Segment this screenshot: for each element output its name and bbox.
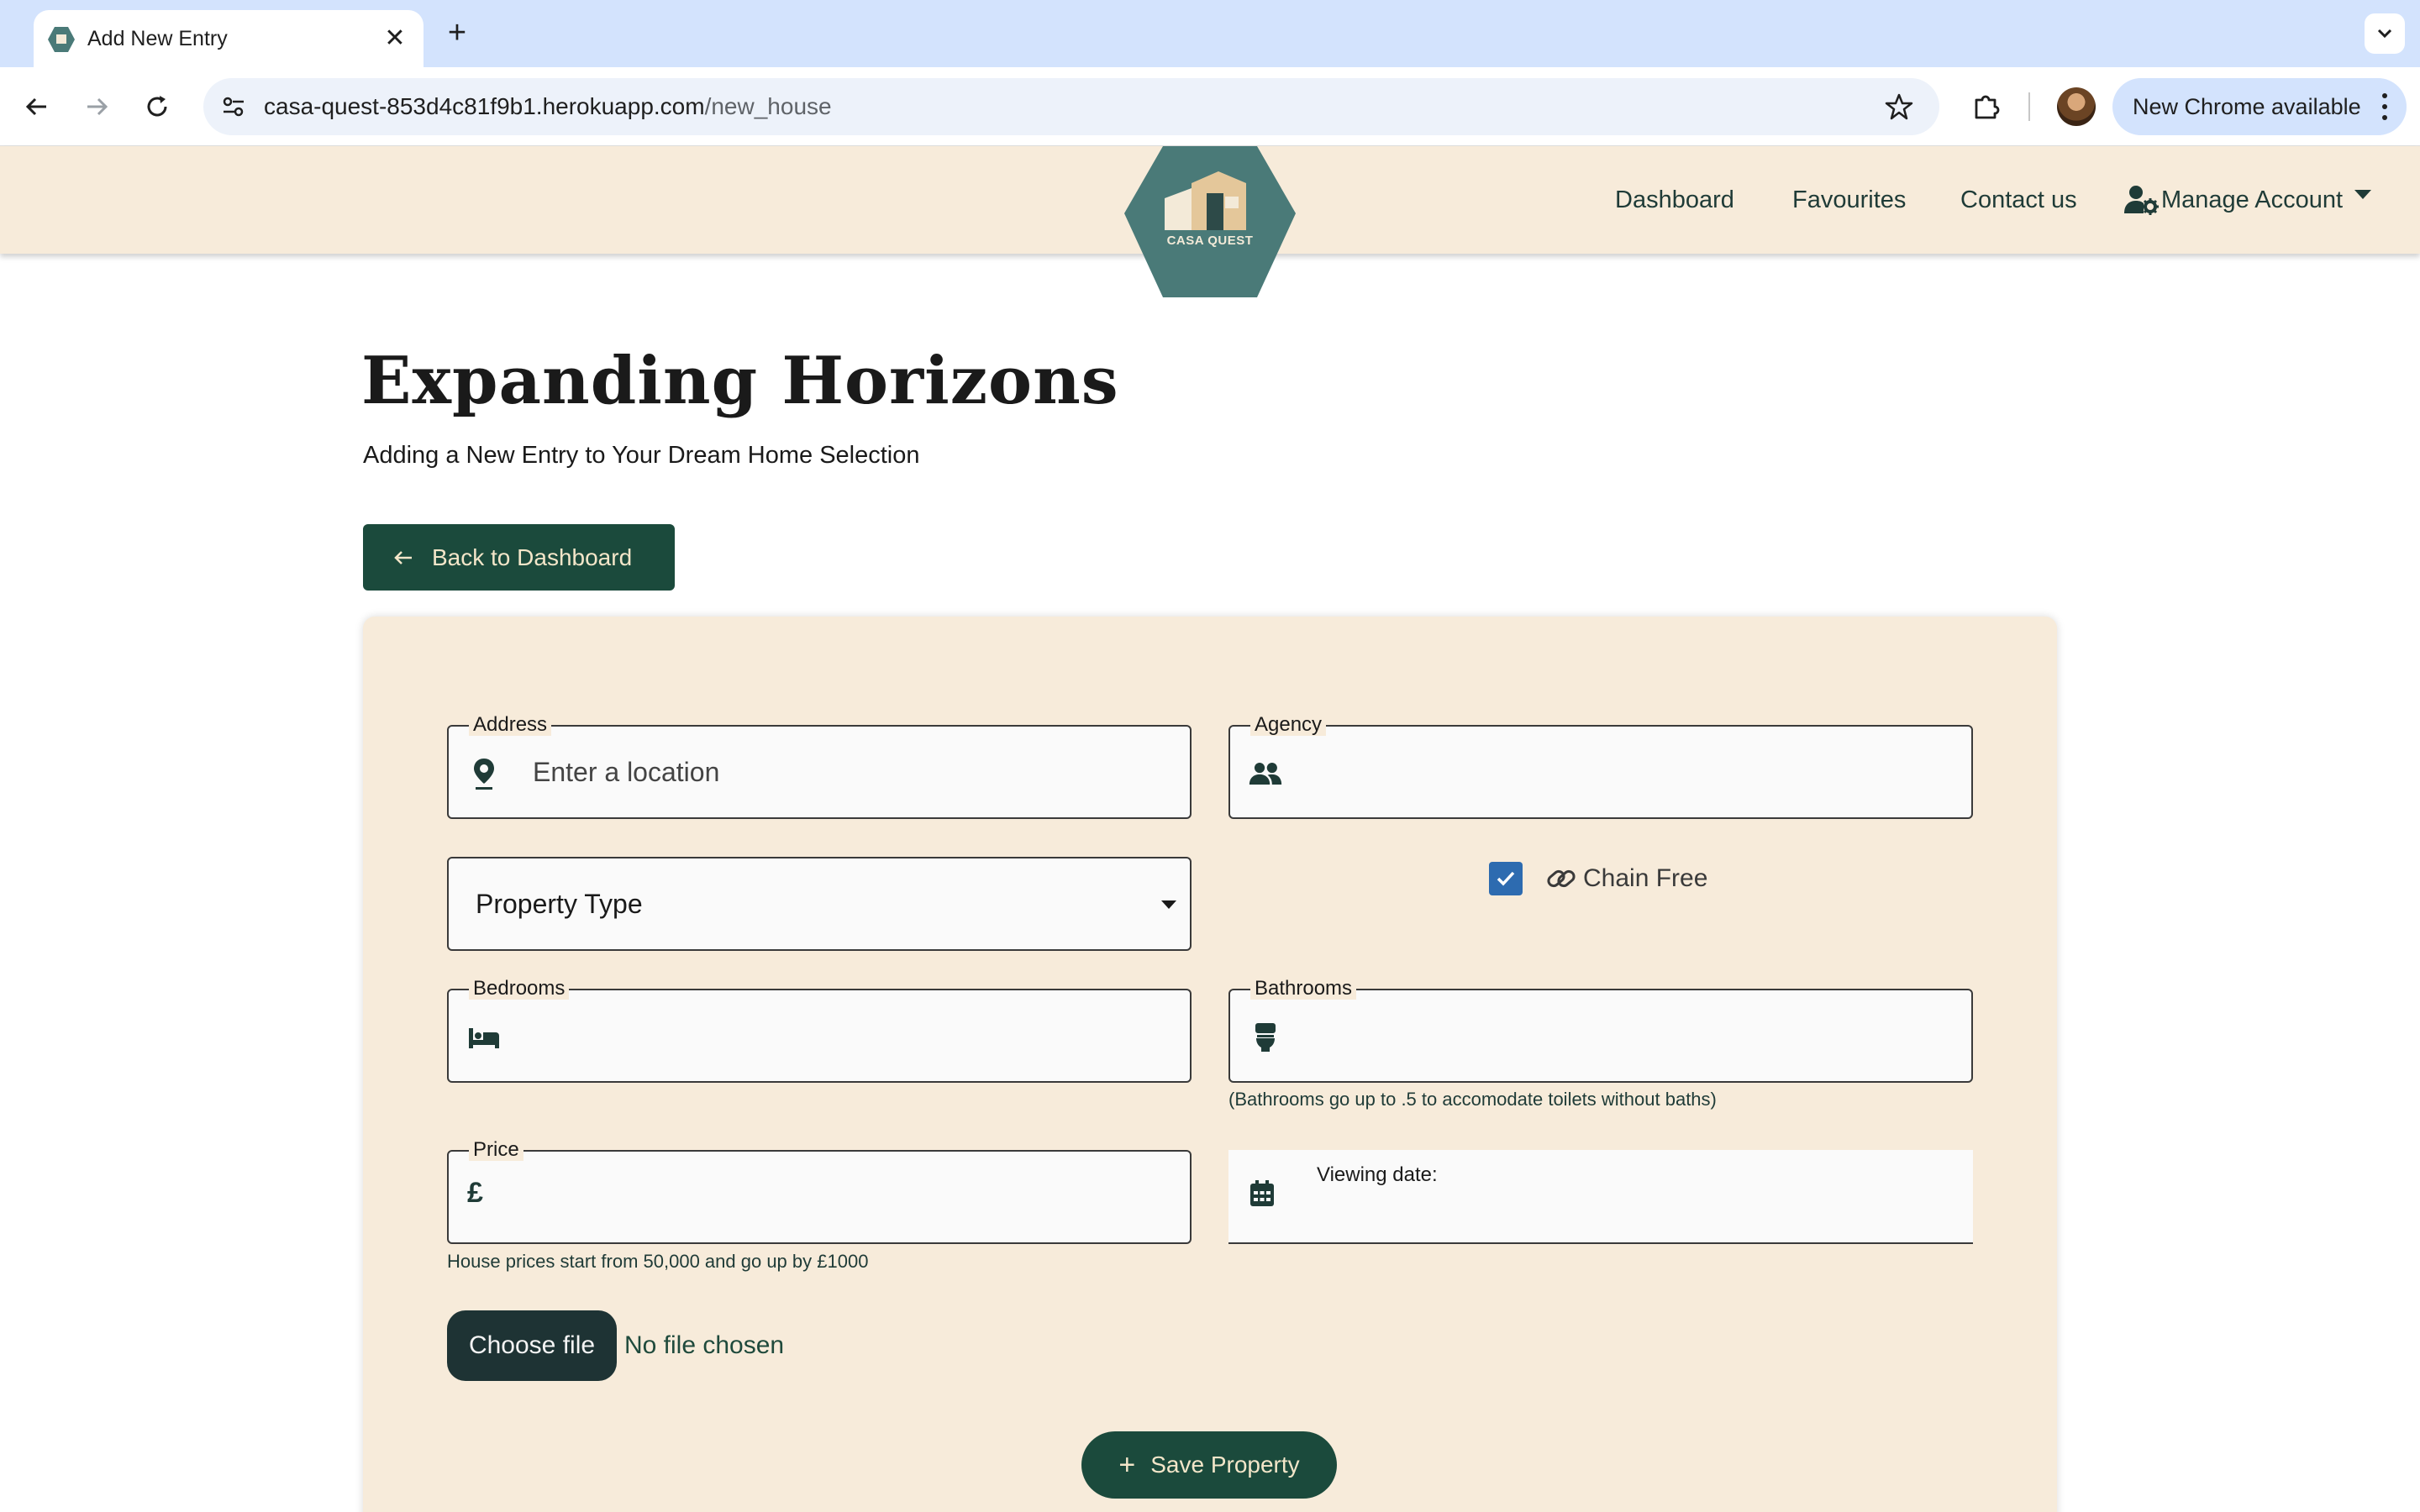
bathrooms-hint: (Bathrooms go up to .5 to accomodate toi… [1228,1089,1717,1110]
bookmark-star-icon[interactable] [1882,90,1916,123]
chain-free-checkbox-group[interactable]: Chain Free [1489,857,1707,900]
toolbar-divider [2028,92,2030,121]
plus-icon: + [1118,1449,1136,1481]
puzzle-icon [1975,95,2000,119]
tab-title: Add New Entry [87,27,228,50]
address-bar[interactable]: casa-quest-853d4c81f9b1.herokuapp.com/ne… [203,78,1939,135]
user-gear-icon [2124,186,2159,215]
nav-contact-link[interactable]: Contact us [1960,146,2077,254]
viewing-date-label: Viewing date: [1317,1163,1438,1186]
logo-wordmark: CASA QUEST [1166,234,1254,248]
property-type-value: Property Type [476,889,643,919]
people-icon [1249,757,1282,790]
price-label: Price [469,1139,523,1161]
site-favicon-icon [48,27,75,52]
bathrooms-field: Bathrooms [1228,978,1973,1083]
arrow-right-icon [87,97,108,116]
forward-nav-button[interactable] [76,87,117,127]
arrow-left-icon [25,97,46,116]
pound-sign-icon: £ [467,1177,483,1209]
address-field: Address [447,714,1192,819]
profile-avatar[interactable] [2057,87,2096,126]
tab-close-icon[interactable]: ✕ [380,24,410,54]
price-field: Price £ [447,1139,1192,1244]
property-type-select[interactable]: Property Type [447,857,1192,951]
casa-quest-logo[interactable]: CASA QUEST [1124,146,1296,297]
site-settings-icon[interactable] [217,90,250,123]
reload-button[interactable] [137,87,177,127]
caret-down-icon [2354,189,2372,199]
address-input[interactable] [533,727,1171,817]
url-path: /new_house [704,93,832,119]
bedrooms-field: Bedrooms [447,978,1192,1083]
price-input[interactable] [533,1152,1171,1242]
chevron-down-icon [2377,29,2392,39]
checkmark-icon [1497,871,1515,886]
viewing-date-field[interactable]: Viewing date: [1228,1150,1973,1244]
agency-field: Agency [1228,714,1973,819]
new-tab-icon[interactable]: + [440,17,474,50]
file-status: No file chosen [624,1331,785,1359]
tab-search-button[interactable] [2365,13,2405,54]
extensions-button[interactable] [1966,87,2007,127]
agency-input[interactable] [1314,727,1953,817]
reload-icon [147,96,167,117]
price-hint: House prices start from 50,000 and go up… [447,1251,869,1272]
chain-free-checkbox[interactable] [1489,862,1523,895]
browser-tab-strip: Add New Entry ✕ + [0,0,2420,67]
chain-free-label: Chain Free [1583,864,1708,892]
back-button-label: Back to Dashboard [432,543,633,570]
caret-down-icon [1161,900,1176,909]
kebab-menu-icon [2380,93,2390,120]
choose-file-button[interactable]: Choose file [447,1310,617,1381]
arrow-left-icon [394,550,412,564]
bathrooms-input[interactable] [1314,990,1953,1081]
back-to-dashboard-button[interactable]: Back to Dashboard [363,524,675,591]
chrome-update-button[interactable]: New Chrome available [2112,78,2407,135]
manage-account-label: Manage Account [2161,186,2344,213]
nav-favourites-link[interactable]: Favourites [1792,146,1906,254]
manage-account-dropdown[interactable]: Manage Account [2123,146,2372,254]
url-host: casa-quest-853d4c81f9b1.herokuapp.com [264,93,705,119]
browser-tab[interactable]: Add New Entry ✕ [34,10,424,67]
browser-toolbar: casa-quest-853d4c81f9b1.herokuapp.com/ne… [0,67,2420,146]
back-nav-button[interactable] [17,87,57,127]
url-text: casa-quest-853d4c81f9b1.herokuapp.com/ne… [264,78,832,135]
update-label: New Chrome available [2133,94,2361,119]
save-property-button[interactable]: + Save Property [1081,1431,1337,1499]
logo-hexagon-icon [1124,146,1296,297]
calendar-icon [1245,1177,1279,1210]
page-subtitle: Adding a New Entry to Your Dream Home Se… [363,442,920,469]
save-button-label: Save Property [1150,1452,1300,1478]
page-title: Expanding Horizons [361,343,1119,419]
map-pin-icon [467,757,501,790]
link-icon [1547,869,1576,888]
bedrooms-input[interactable] [533,990,1171,1081]
toilet-icon [1249,1021,1282,1054]
bed-icon [467,1021,501,1054]
nav-dashboard-link[interactable]: Dashboard [1615,146,1734,254]
